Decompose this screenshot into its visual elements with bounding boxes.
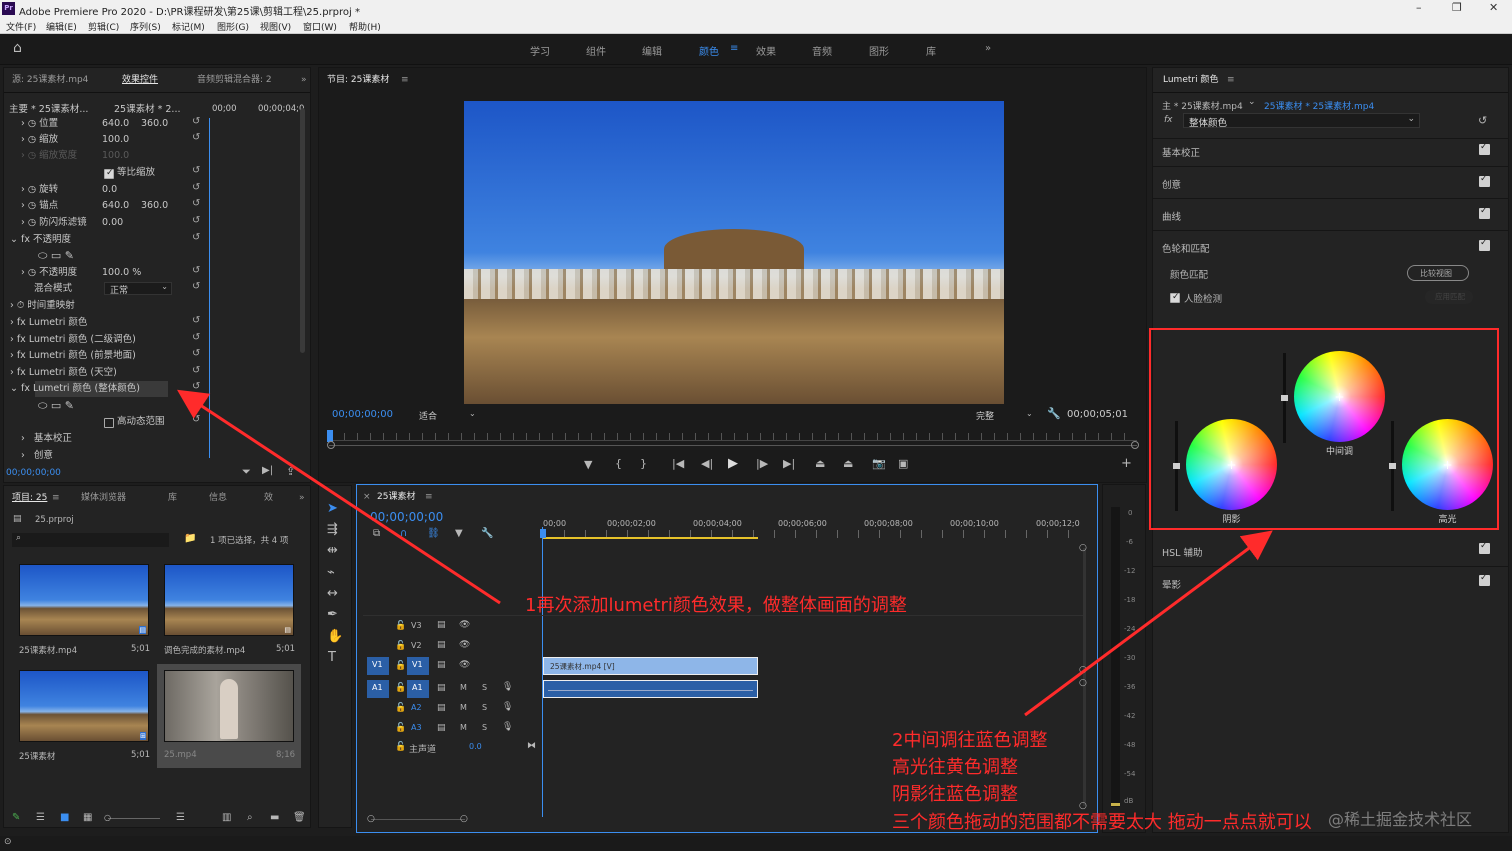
annotation-arrows xyxy=(176,389,1273,717)
annotation-text: 高光往黄色调整 xyxy=(892,757,1018,778)
annotation-text: 阴影往蓝色调整 xyxy=(892,784,1018,805)
arrow-to-effect xyxy=(176,389,501,605)
status-bar: ⊙ xyxy=(0,836,1512,851)
annotation-text: 三个颜色拖动的范围都不需要太大 拖动一点点就可以 xyxy=(892,812,1312,833)
watermark: @稀土掘金技术社区 xyxy=(1328,810,1473,829)
status-icon: ⊙ xyxy=(4,837,12,847)
annotation-text: 2中间调往蓝色调整 xyxy=(892,730,1048,751)
arrow-to-wheels xyxy=(1024,530,1273,717)
annotation-text: 1再次添加lumetri颜色效果，做整体画面的调整 xyxy=(525,595,907,616)
